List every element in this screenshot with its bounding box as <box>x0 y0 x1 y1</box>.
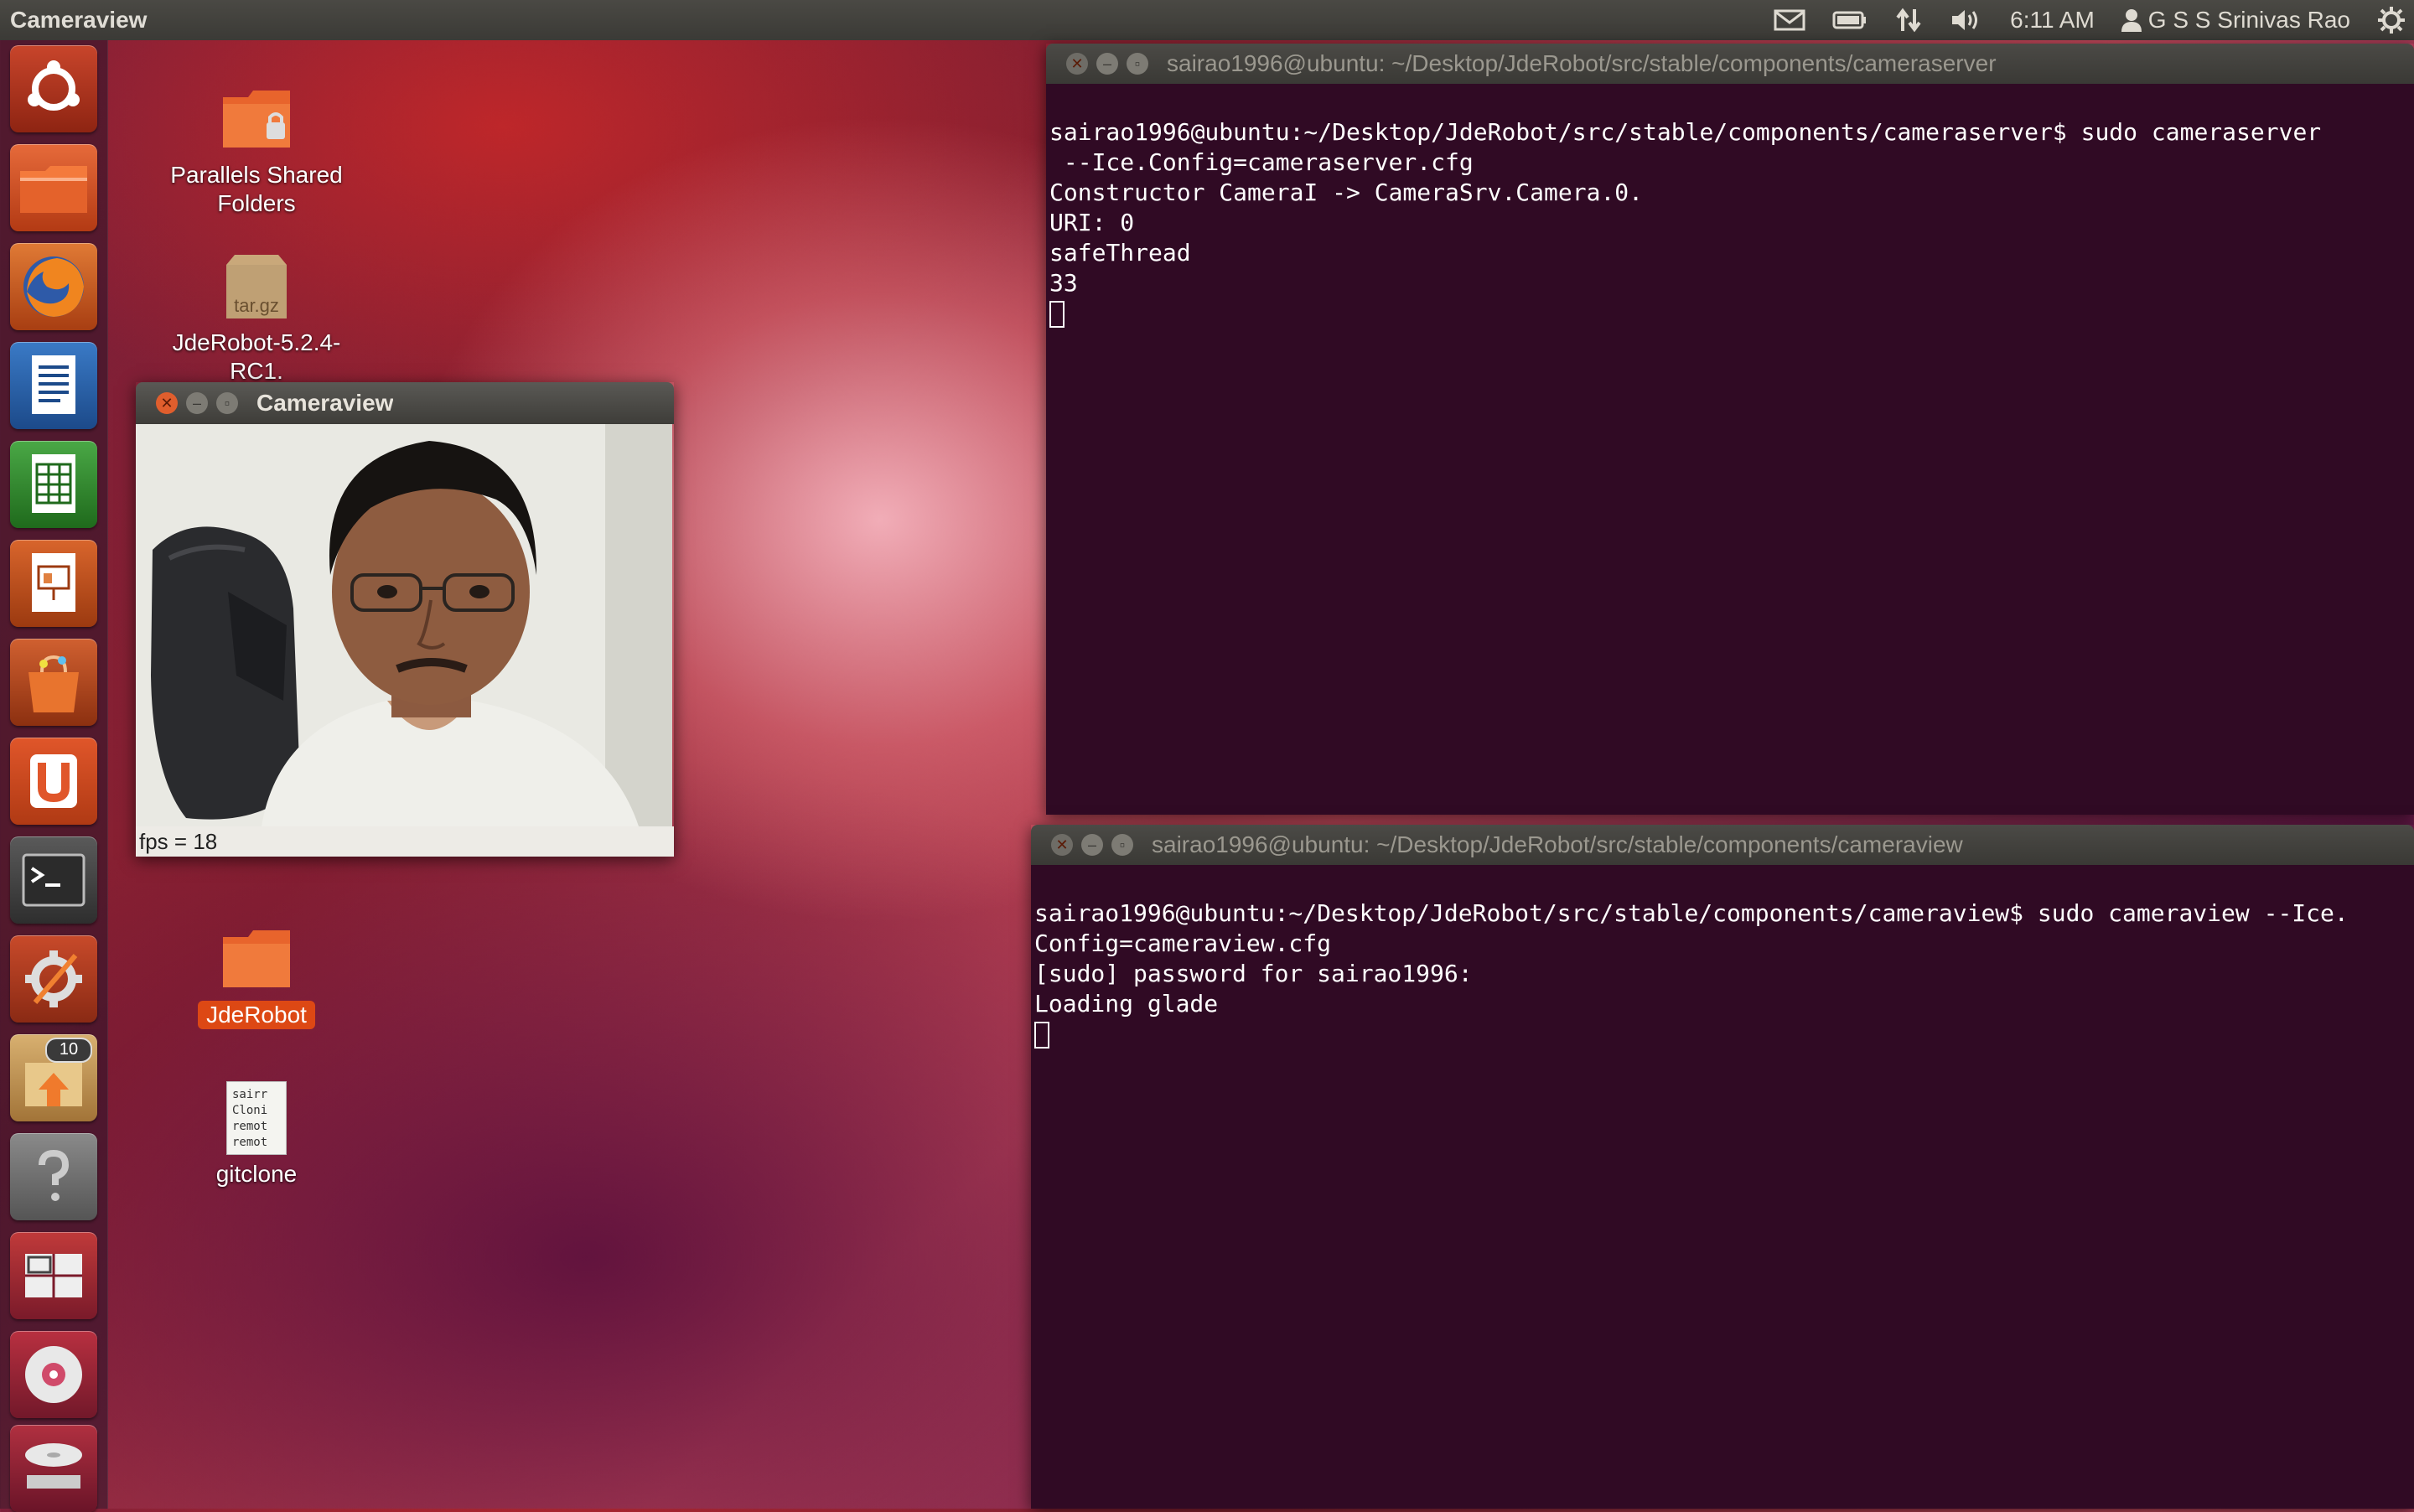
terminal-line: sairao1996@ubuntu:~/Desktop/JdeRobot/src… <box>1049 118 2322 146</box>
file-preview-line: Cloni <box>232 1104 268 1117</box>
folder-icon <box>20 166 87 213</box>
clock[interactable]: 6:11 AM <box>2010 7 2095 34</box>
user-menu[interactable]: G S S Srinivas Rao <box>2121 7 2350 34</box>
launcher-impress-button[interactable] <box>10 540 97 627</box>
terminal-output[interactable]: sairao1996@ubuntu:~/Desktop/JdeRobot/src… <box>1031 865 2414 1509</box>
terminal-line: Config=cameraview.cfg <box>1034 929 1332 957</box>
battery-icon[interactable] <box>1832 10 1867 30</box>
terminal-line: safeThread <box>1049 239 1191 267</box>
user-icon <box>2121 9 2142 32</box>
launcher-writer-button[interactable] <box>10 342 97 429</box>
gear-icon[interactable] <box>2377 6 2406 34</box>
terminal-line: Constructor CameraI -> CameraSrv.Camera.… <box>1049 179 1644 206</box>
close-button[interactable]: ✕ <box>1066 53 1088 75</box>
terminal-cameraserver-window: ✕ – ▫ sairao1996@ubuntu: ~/Desktop/JdeRo… <box>1046 44 2414 815</box>
shared-folder-icon <box>215 80 298 156</box>
writer-icon <box>32 355 75 414</box>
impress-icon <box>32 553 75 612</box>
launcher-terminal-button[interactable] <box>10 836 97 924</box>
indicator-area: 6:11 AM G S S Srinivas Rao <box>1760 0 2414 40</box>
close-button[interactable]: ✕ <box>156 392 178 414</box>
text-cursor <box>1034 1022 1049 1049</box>
update-count-badge: 10 <box>45 1038 92 1063</box>
desktop-icon-label-line1: Parallels Shared <box>170 162 343 188</box>
launcher-drive-button[interactable] <box>10 1425 97 1512</box>
file-preview-line: remot <box>232 1120 268 1133</box>
launcher-settings-button[interactable] <box>10 935 97 1023</box>
terminal-line: sairao1996@ubuntu:~/Desktop/JdeRobot/src… <box>1034 899 2349 927</box>
terminal-output[interactable]: sairao1996@ubuntu:~/Desktop/JdeRobot/src… <box>1046 84 2414 815</box>
window-title: sairao1996@ubuntu: ~/Desktop/JdeRobot/sr… <box>1167 50 1997 76</box>
archive-icon: tar.gz <box>215 248 298 324</box>
drive-icon <box>25 1443 82 1489</box>
launcher-disc-button[interactable] <box>10 1331 97 1418</box>
desktop-icon-jderobot-folder[interactable]: JdeRobot <box>164 920 349 1029</box>
top-panel: Cameraview 6:11 AM G S S Srinivas Rao <box>0 0 2414 40</box>
launcher-ubuntu-one-button[interactable] <box>10 738 97 825</box>
disc-icon <box>25 1346 82 1403</box>
desktop-icon-jderobot-archive[interactable]: tar.gz JdeRobot-5.2.4-RC1. tgz <box>164 248 349 404</box>
ubuntu-one-icon <box>30 754 77 808</box>
maximize-button[interactable]: ▫ <box>1111 834 1133 856</box>
launcher-files-button[interactable] <box>10 144 97 231</box>
archive-type-label: tar.gz <box>234 295 279 316</box>
file-preview-line: sairr <box>232 1088 268 1101</box>
terminal-line: [sudo] password for sairao1996: <box>1034 960 1473 987</box>
desktop-icon-label: gitclone <box>215 1161 298 1187</box>
launcher-calc-button[interactable] <box>10 441 97 528</box>
active-app-title: Cameraview <box>10 7 148 33</box>
launcher: 10 <box>0 40 108 1512</box>
desktop-icon-label: JdeRobot <box>198 1001 315 1029</box>
terminal-line: URI: 0 <box>1049 209 1135 236</box>
minimize-button[interactable]: – <box>186 392 208 414</box>
text-file-icon: sairr Cloni remot remot <box>226 1081 287 1155</box>
minimize-button[interactable]: – <box>1096 53 1118 75</box>
maximize-button[interactable]: ▫ <box>1127 53 1148 75</box>
launcher-dash-button[interactable] <box>10 45 97 132</box>
minimize-button[interactable]: – <box>1081 834 1103 856</box>
camera-image <box>136 424 672 826</box>
desktop-icon-label-line1: JdeRobot-5.2.4-RC1. <box>172 329 341 384</box>
cameraview-window: ✕ – ▫ Cameraview fps = 18 <box>136 382 674 857</box>
settings-icon <box>25 950 82 1007</box>
desktop-icon-label-line2: Folders <box>217 190 296 216</box>
launcher-updater-button[interactable]: 10 <box>10 1034 97 1121</box>
launcher-firefox-button[interactable] <box>10 243 97 330</box>
cameraview-titlebar[interactable]: ✕ – ▫ Cameraview <box>136 382 674 424</box>
folder-icon <box>215 920 298 996</box>
launcher-workspace-button[interactable] <box>10 1232 97 1319</box>
desktop-icon-gitclone[interactable]: sairr Cloni remot remot gitclone <box>164 1081 349 1188</box>
terminal-titlebar[interactable]: ✕ – ▫ sairao1996@ubuntu: ~/Desktop/JdeRo… <box>1046 44 2414 84</box>
terminal-cameraview-window: ✕ – ▫ sairao1996@ubuntu: ~/Desktop/JdeRo… <box>1031 825 2414 1509</box>
terminal-line: --Ice.Config=cameraserver.cfg <box>1049 148 1474 176</box>
workspace-icon <box>25 1254 82 1297</box>
ubuntu-logo-icon <box>28 60 80 111</box>
file-preview-line: remot <box>232 1136 268 1149</box>
mail-icon[interactable] <box>1774 9 1805 31</box>
terminal-titlebar[interactable]: ✕ – ▫ sairao1996@ubuntu: ~/Desktop/JdeRo… <box>1031 825 2414 865</box>
terminal-icon <box>22 853 85 907</box>
terminal-line: Loading glade <box>1034 990 1219 1017</box>
user-name: G S S Srinivas Rao <box>2147 7 2350 33</box>
launcher-help-button[interactable] <box>10 1133 97 1220</box>
network-icon[interactable] <box>1894 6 1923 34</box>
volume-icon[interactable] <box>1950 7 1983 34</box>
terminal-line: 33 <box>1049 269 1078 297</box>
window-title: Cameraview <box>256 390 394 416</box>
maximize-button[interactable]: ▫ <box>216 392 238 414</box>
calc-icon <box>32 454 75 513</box>
close-button[interactable]: ✕ <box>1051 834 1073 856</box>
window-title: sairao1996@ubuntu: ~/Desktop/JdeRobot/sr… <box>1152 831 1963 857</box>
fps-status: fps = 18 <box>136 826 674 857</box>
firefox-icon <box>23 256 84 317</box>
desktop-icon-parallels-shared-folders[interactable]: Parallels Shared Folders <box>164 80 349 218</box>
shopping-bag-icon <box>28 655 79 712</box>
launcher-software-center-button[interactable] <box>10 639 97 726</box>
text-cursor <box>1049 301 1065 328</box>
help-icon <box>39 1149 70 1201</box>
